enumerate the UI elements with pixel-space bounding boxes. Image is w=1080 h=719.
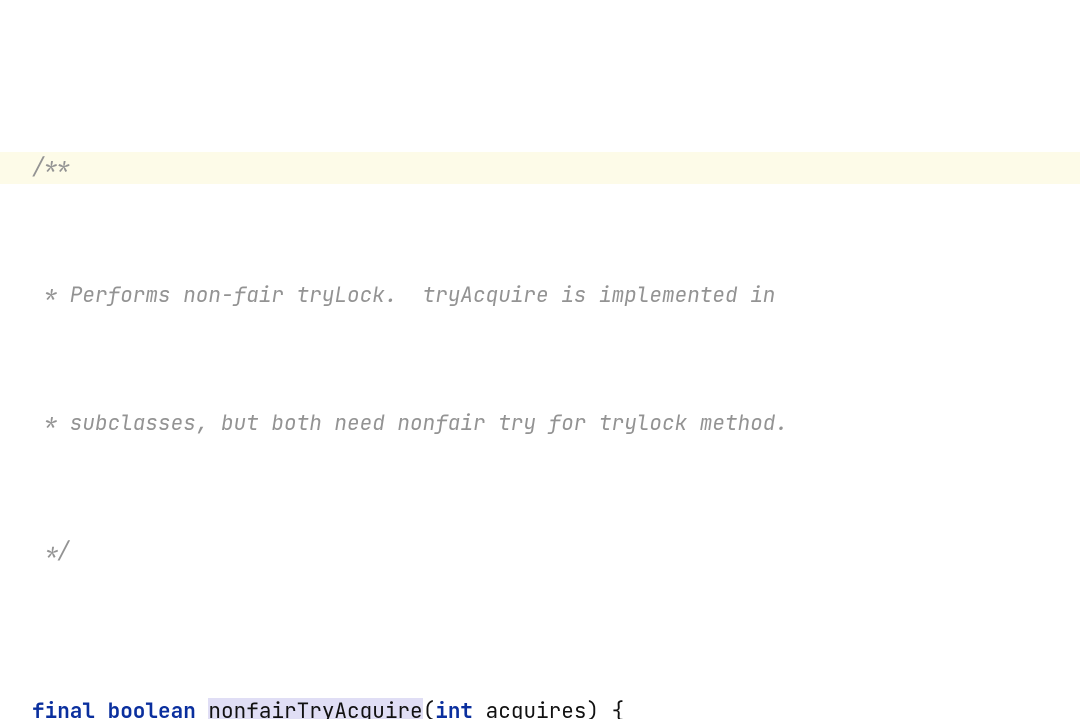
code-line: * Performs non-fair tryLock. tryAcquire … [32,280,1080,312]
paren-close-brace: ) { [586,698,624,719]
code-line: * subclasses, but both need nonfair try … [32,408,1080,440]
code-line: /** [32,152,1080,184]
method-name[interactable]: nonfairTryAcquire [208,698,422,719]
code-line: */ [32,536,1080,568]
javadoc-comment: * Performs non-fair tryLock. tryAcquire … [32,282,775,309]
keyword-final: final [32,698,95,719]
paren-open: ( [423,698,436,719]
keyword-int: int [435,698,473,719]
parameter-name: acquires [486,698,587,719]
keyword-boolean: boolean [108,698,196,719]
javadoc-comment: /** [32,154,70,181]
javadoc-comment: */ [32,538,70,565]
code-editor[interactable]: /** * Performs non-fair tryLock. tryAcqu… [0,0,1080,719]
javadoc-comment: * subclasses, but both need nonfair try … [32,410,788,437]
method-signature-line: final boolean nonfairTryAcquire(int acqu… [32,696,1080,719]
